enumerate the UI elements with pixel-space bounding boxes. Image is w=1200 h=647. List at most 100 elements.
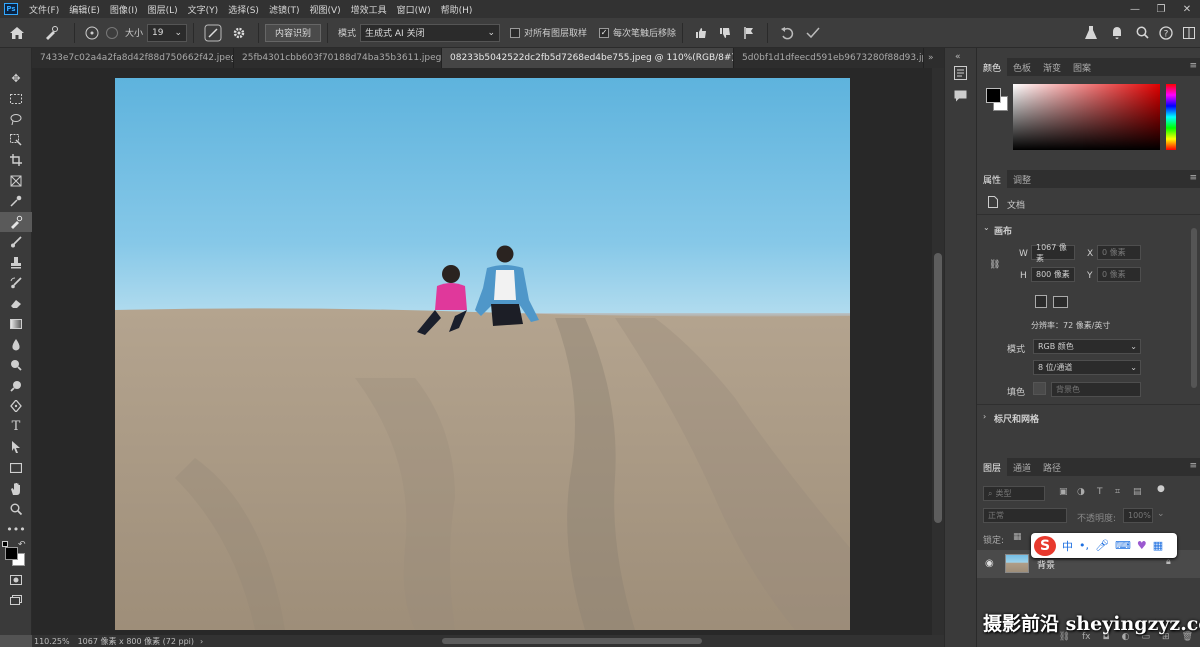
spot-healing-brush-icon[interactable] (34, 22, 68, 44)
help-icon[interactable]: ? (1154, 22, 1178, 44)
spot-healing-brush-tool-icon[interactable] (0, 211, 32, 232)
brush-preset-icon[interactable] (81, 22, 103, 44)
tab-document-1[interactable]: 7433e7c02a4a2fa8d42f88d750662f42.jpeg× (32, 48, 234, 68)
lock-icon[interactable]: 🔒︎ (1166, 557, 1171, 567)
comments-panel-icon[interactable] (954, 90, 967, 105)
settings-gear-icon[interactable] (226, 22, 252, 44)
quick-mask-icon[interactable] (0, 570, 32, 591)
tab-patterns[interactable]: 图案 (1067, 58, 1097, 76)
eraser-tool-icon[interactable] (0, 294, 32, 315)
minimize-button[interactable]: — (1122, 0, 1148, 18)
menu-type[interactable]: 文字(Y) (183, 3, 224, 16)
layer-name[interactable]: 背景 (1037, 558, 1055, 571)
crop-tool-icon[interactable] (0, 150, 32, 171)
horizontal-scrollbar[interactable] (442, 638, 702, 644)
marquee-tool-icon[interactable] (0, 89, 32, 110)
menu-window[interactable]: 窗口(W) (392, 3, 436, 16)
bell-icon[interactable] (1104, 22, 1130, 44)
width-field[interactable]: 1067 像素 (1031, 243, 1075, 263)
pressure-size-icon[interactable] (200, 22, 226, 44)
blur-tool-icon[interactable] (0, 335, 32, 356)
move-tool-icon[interactable]: ✥ (0, 68, 32, 89)
menu-edit[interactable]: 编辑(E) (64, 3, 105, 16)
menu-layer[interactable]: 图层(L) (143, 3, 183, 16)
skin-icon[interactable]: ♥ (1137, 539, 1147, 552)
ime-chinese-mode[interactable]: 中 (1062, 538, 1073, 554)
flask-icon[interactable] (1078, 22, 1104, 44)
thumbs-up-icon[interactable] (689, 22, 713, 44)
restore-button[interactable]: ❐ (1148, 0, 1174, 18)
menu-help[interactable]: 帮助(H) (436, 3, 478, 16)
collapse-icon[interactable]: « (955, 52, 961, 62)
zoom-tool-icon[interactable] (0, 499, 32, 520)
burn-tool-icon[interactable] (0, 376, 32, 397)
bit-depth-select[interactable]: 8 位/通道 ⌄ (1033, 360, 1141, 375)
link-icon[interactable]: ⛓ (989, 260, 1000, 270)
eyedropper-tool-icon[interactable] (0, 191, 32, 212)
ime-toolbar[interactable]: S 中 •, 🎤︎ ⌨ ♥ ▦ (1031, 533, 1177, 558)
portrait-orientation-icon[interactable] (1035, 295, 1047, 308)
tab-swatches[interactable]: 色板 (1007, 58, 1037, 76)
tab-document-4[interactable]: 5d0bf1d1dfeecd591eb9673280f88d93.jpe (734, 48, 924, 68)
size-field[interactable]: 19 ⌄ (147, 23, 188, 42)
properties-scrollbar[interactable] (1191, 228, 1197, 388)
tab-color[interactable]: 颜色 (977, 58, 1008, 76)
filter-pixel-icon[interactable]: ▣ (1059, 487, 1068, 497)
mode-select[interactable]: 生成式 AI 关闭 ⌄ (360, 23, 501, 42)
tab-layers[interactable]: 图层 (977, 458, 1008, 476)
status-menu-icon[interactable]: › (200, 637, 203, 646)
panel-menu-icon[interactable]: ≡ (1189, 461, 1197, 471)
history-panel-icon[interactable] (954, 66, 967, 83)
frame-tool-icon[interactable] (0, 171, 32, 192)
tab-paths[interactable]: 路径 (1037, 458, 1067, 476)
landscape-orientation-icon[interactable] (1053, 296, 1068, 308)
zoom-level[interactable]: 110.25% (34, 637, 70, 646)
swap-colors-icon[interactable]: ↶ (18, 540, 26, 550)
scrollbar-thumb[interactable] (934, 253, 942, 523)
chevron-down-icon[interactable]: ⌄ (983, 223, 990, 232)
filter-adjustment-icon[interactable]: ◑ (1077, 487, 1085, 497)
rectangle-tool-icon[interactable] (0, 458, 32, 479)
tab-properties[interactable]: 属性 (977, 170, 1008, 188)
menu-plugins[interactable]: 增效工具 (346, 3, 392, 16)
sample-all-layers-checkbox[interactable]: 对所有图层取样 (510, 26, 587, 39)
filter-type-icon[interactable]: T (1097, 487, 1103, 497)
clone-stamp-tool-icon[interactable] (0, 253, 32, 274)
tab-document-3[interactable]: 08233b5042522dc2fb5d7268ed4be755.jpeg @ … (442, 48, 734, 68)
more-tools-icon[interactable]: ••• (0, 519, 32, 540)
menu-file[interactable]: 文件(F) (24, 3, 64, 16)
x-field[interactable]: 0 像素 (1097, 245, 1141, 260)
color-picker-field[interactable] (1013, 84, 1160, 150)
path-selection-tool-icon[interactable] (0, 437, 32, 458)
eye-visibility-icon[interactable]: ◉ (985, 558, 994, 569)
brush-tool-icon[interactable] (0, 232, 32, 253)
toolbox-icon[interactable]: ▦ (1153, 539, 1163, 552)
history-brush-tool-icon[interactable] (0, 273, 32, 294)
color-mode-select[interactable]: RGB 颜色 ⌄ (1033, 339, 1141, 354)
tab-document-2[interactable]: 25fb4301cbb603f70188d74ba35b3611.jpeg× (234, 48, 442, 68)
rulers-grid-section-title[interactable]: 标尺和网格 (994, 412, 1039, 425)
opacity-field[interactable]: 100% (1123, 508, 1153, 523)
filter-shape-icon[interactable]: ⌗ (1115, 487, 1120, 497)
filter-toggle-icon[interactable]: ● (1157, 484, 1165, 494)
panel-menu-icon[interactable]: ≡ (1189, 61, 1197, 71)
hue-slider[interactable] (1166, 84, 1176, 150)
content-aware-button[interactable]: 内容识别 (265, 23, 322, 42)
chevron-right-icon[interactable]: › (983, 412, 986, 421)
undo-icon[interactable] (774, 22, 800, 44)
height-field[interactable]: 800 像素 (1031, 267, 1075, 282)
pen-tool-icon[interactable] (0, 396, 32, 417)
tab-gradients[interactable]: 渐变 (1037, 58, 1067, 76)
punctuation-icon[interactable]: •, (1079, 539, 1089, 552)
home-icon[interactable] (0, 22, 34, 44)
lasso-tool-icon[interactable] (0, 109, 32, 130)
blend-mode-select[interactable]: 正常 (983, 508, 1067, 523)
commit-checkmark-icon[interactable] (800, 22, 826, 44)
flag-icon[interactable] (737, 22, 761, 44)
tabs-overflow-icon[interactable]: » (924, 48, 944, 68)
menu-view[interactable]: 视图(V) (304, 3, 345, 16)
color-panel-foreground-swatch[interactable] (986, 88, 1001, 103)
filter-smart-object-icon[interactable]: ▤ (1133, 487, 1142, 497)
remove-after-stroke-checkbox[interactable]: ✓ 每次笔触后移除 (599, 26, 676, 39)
thumbs-down-icon[interactable] (713, 22, 737, 44)
